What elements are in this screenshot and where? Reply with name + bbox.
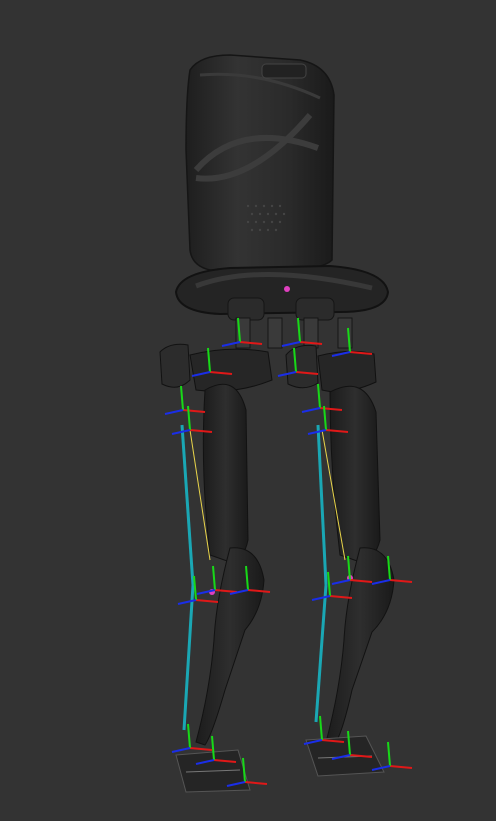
left-tendon xyxy=(180,424,195,586)
frame-axis-line xyxy=(182,409,206,413)
frame-axis-line xyxy=(319,715,323,741)
right-tendon xyxy=(316,424,328,586)
frame-axis-line xyxy=(164,409,184,415)
frame-axis-line xyxy=(187,723,191,749)
frame-axis-line xyxy=(281,341,301,347)
torso[interactable] xyxy=(185,54,335,272)
pelvis-marker xyxy=(284,286,290,292)
frame-axis-line xyxy=(317,383,321,409)
frame-axis-line xyxy=(193,575,197,601)
frame-axis-line xyxy=(323,405,327,431)
frame-axis-line xyxy=(180,385,184,411)
frame-axis-line xyxy=(311,595,331,601)
pelvis[interactable] xyxy=(174,264,390,316)
frame-axis-line xyxy=(189,747,213,751)
3d-viewport[interactable] xyxy=(0,0,496,821)
frame-axis-line xyxy=(301,407,321,413)
frame-axis-line xyxy=(387,741,391,767)
frame-axis-line xyxy=(389,765,413,769)
frame-axis-line xyxy=(327,571,331,597)
frame-axis-line xyxy=(195,599,219,603)
frame-axis-line xyxy=(299,341,323,345)
frame-axis-line xyxy=(297,317,301,343)
frame-axis-line xyxy=(331,579,351,585)
frame-axis-line xyxy=(187,405,191,431)
frame-axis-line xyxy=(171,747,191,753)
frame-axis-line xyxy=(212,565,216,591)
robot-scene[interactable] xyxy=(0,0,496,821)
